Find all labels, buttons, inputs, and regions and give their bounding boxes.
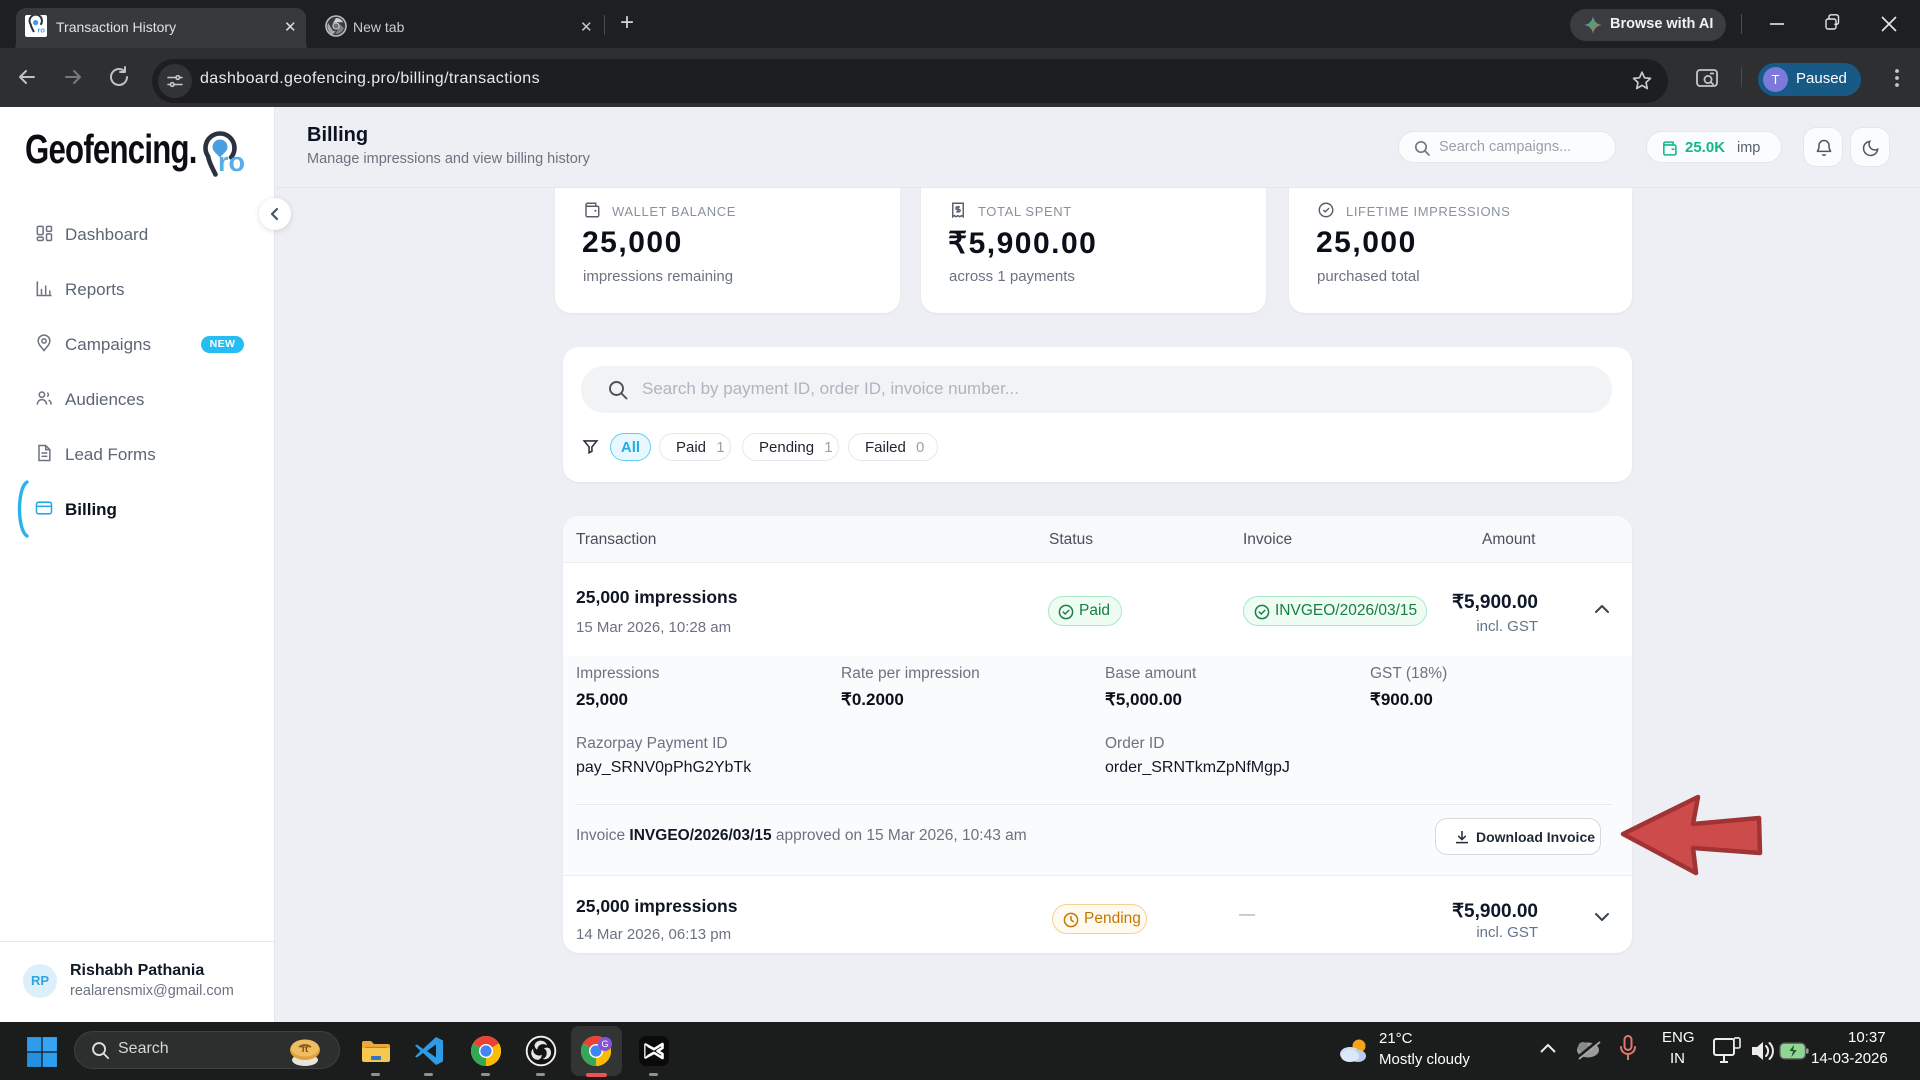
svg-text:ro: ro [38, 26, 46, 35]
svg-text:π: π [301, 1044, 309, 1055]
